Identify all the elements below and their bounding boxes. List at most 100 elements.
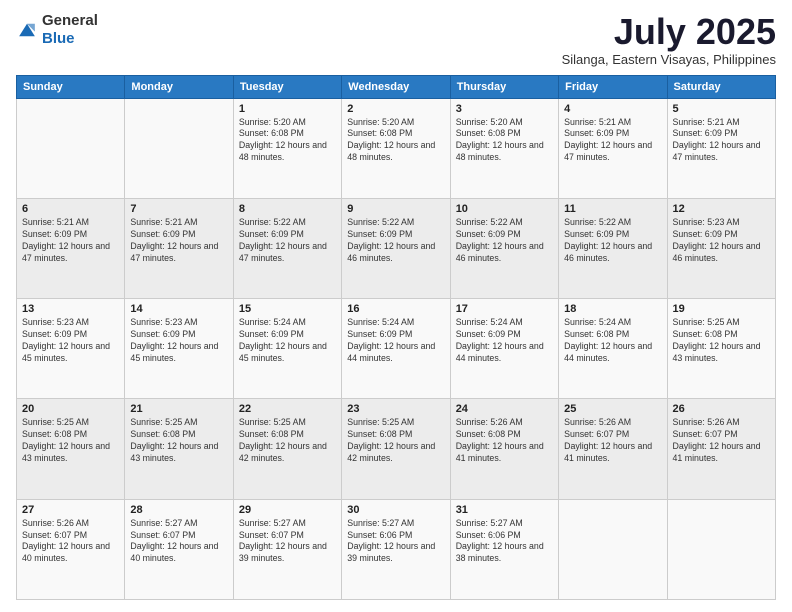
calendar-cell: 8 Sunrise: 5:22 AMSunset: 6:09 PMDayligh… [233,198,341,298]
calendar-cell: 14 Sunrise: 5:23 AMSunset: 6:09 PMDaylig… [125,299,233,399]
day-detail: Sunrise: 5:22 AMSunset: 6:09 PMDaylight:… [564,217,652,263]
calendar-cell: 4 Sunrise: 5:21 AMSunset: 6:09 PMDayligh… [559,98,667,198]
calendar-cell: 12 Sunrise: 5:23 AMSunset: 6:09 PMDaylig… [667,198,775,298]
day-number: 15 [239,303,336,315]
day-detail: Sunrise: 5:26 AMSunset: 6:07 PMDaylight:… [673,417,761,463]
day-detail: Sunrise: 5:27 AMSunset: 6:06 PMDaylight:… [456,518,544,564]
day-number: 26 [673,403,770,415]
day-detail: Sunrise: 5:25 AMSunset: 6:08 PMDaylight:… [673,317,761,363]
day-detail: Sunrise: 5:20 AMSunset: 6:08 PMDaylight:… [456,117,544,163]
calendar-cell: 5 Sunrise: 5:21 AMSunset: 6:09 PMDayligh… [667,98,775,198]
calendar-week-row: 20 Sunrise: 5:25 AMSunset: 6:08 PMDaylig… [17,399,776,499]
calendar-cell: 29 Sunrise: 5:27 AMSunset: 6:07 PMDaylig… [233,499,341,599]
calendar-cell: 27 Sunrise: 5:26 AMSunset: 6:07 PMDaylig… [17,499,125,599]
day-detail: Sunrise: 5:26 AMSunset: 6:08 PMDaylight:… [456,417,544,463]
day-detail: Sunrise: 5:25 AMSunset: 6:08 PMDaylight:… [130,417,218,463]
calendar-cell [559,499,667,599]
calendar-cell: 19 Sunrise: 5:25 AMSunset: 6:08 PMDaylig… [667,299,775,399]
day-detail: Sunrise: 5:23 AMSunset: 6:09 PMDaylight:… [673,217,761,263]
day-detail: Sunrise: 5:25 AMSunset: 6:08 PMDaylight:… [239,417,327,463]
calendar-cell: 9 Sunrise: 5:22 AMSunset: 6:09 PMDayligh… [342,198,450,298]
calendar-day-header: Friday [559,75,667,98]
day-detail: Sunrise: 5:24 AMSunset: 6:08 PMDaylight:… [564,317,652,363]
day-number: 28 [130,504,227,516]
calendar-cell: 17 Sunrise: 5:24 AMSunset: 6:09 PMDaylig… [450,299,558,399]
day-detail: Sunrise: 5:27 AMSunset: 6:06 PMDaylight:… [347,518,435,564]
logo-icon [16,19,38,41]
day-detail: Sunrise: 5:21 AMSunset: 6:09 PMDaylight:… [22,217,110,263]
day-detail: Sunrise: 5:25 AMSunset: 6:08 PMDaylight:… [22,417,110,463]
calendar-cell: 18 Sunrise: 5:24 AMSunset: 6:08 PMDaylig… [559,299,667,399]
day-number: 8 [239,203,336,215]
day-detail: Sunrise: 5:26 AMSunset: 6:07 PMDaylight:… [564,417,652,463]
calendar-table: SundayMondayTuesdayWednesdayThursdayFrid… [16,75,776,600]
calendar-cell: 28 Sunrise: 5:27 AMSunset: 6:07 PMDaylig… [125,499,233,599]
title-block: July 2025 Silanga, Eastern Visayas, Phil… [562,12,776,67]
calendar-week-row: 13 Sunrise: 5:23 AMSunset: 6:09 PMDaylig… [17,299,776,399]
day-number: 13 [22,303,119,315]
day-detail: Sunrise: 5:24 AMSunset: 6:09 PMDaylight:… [239,317,327,363]
day-number: 18 [564,303,661,315]
calendar-day-header: Monday [125,75,233,98]
day-number: 29 [239,504,336,516]
day-number: 4 [564,103,661,115]
day-number: 24 [456,403,553,415]
calendar-cell: 2 Sunrise: 5:20 AMSunset: 6:08 PMDayligh… [342,98,450,198]
day-detail: Sunrise: 5:22 AMSunset: 6:09 PMDaylight:… [456,217,544,263]
calendar-cell: 23 Sunrise: 5:25 AMSunset: 6:08 PMDaylig… [342,399,450,499]
calendar-cell: 10 Sunrise: 5:22 AMSunset: 6:09 PMDaylig… [450,198,558,298]
day-number: 7 [130,203,227,215]
calendar-cell: 7 Sunrise: 5:21 AMSunset: 6:09 PMDayligh… [125,198,233,298]
calendar-cell: 3 Sunrise: 5:20 AMSunset: 6:08 PMDayligh… [450,98,558,198]
calendar-cell [667,499,775,599]
calendar-week-row: 6 Sunrise: 5:21 AMSunset: 6:09 PMDayligh… [17,198,776,298]
day-detail: Sunrise: 5:22 AMSunset: 6:09 PMDaylight:… [347,217,435,263]
day-number: 2 [347,103,444,115]
subtitle: Silanga, Eastern Visayas, Philippines [562,52,776,67]
day-number: 10 [456,203,553,215]
main-title: July 2025 [562,12,776,52]
day-detail: Sunrise: 5:23 AMSunset: 6:09 PMDaylight:… [22,317,110,363]
day-detail: Sunrise: 5:20 AMSunset: 6:08 PMDaylight:… [239,117,327,163]
day-detail: Sunrise: 5:24 AMSunset: 6:09 PMDaylight:… [347,317,435,363]
calendar-week-row: 27 Sunrise: 5:26 AMSunset: 6:07 PMDaylig… [17,499,776,599]
day-detail: Sunrise: 5:24 AMSunset: 6:09 PMDaylight:… [456,317,544,363]
day-detail: Sunrise: 5:27 AMSunset: 6:07 PMDaylight:… [130,518,218,564]
day-detail: Sunrise: 5:25 AMSunset: 6:08 PMDaylight:… [347,417,435,463]
calendar-cell [17,98,125,198]
day-number: 21 [130,403,227,415]
day-number: 19 [673,303,770,315]
calendar-day-header: Thursday [450,75,558,98]
calendar-cell: 25 Sunrise: 5:26 AMSunset: 6:07 PMDaylig… [559,399,667,499]
day-number: 20 [22,403,119,415]
calendar-week-row: 1 Sunrise: 5:20 AMSunset: 6:08 PMDayligh… [17,98,776,198]
day-detail: Sunrise: 5:20 AMSunset: 6:08 PMDaylight:… [347,117,435,163]
page: General Blue July 2025 Silanga, Eastern … [0,0,792,612]
calendar-cell: 15 Sunrise: 5:24 AMSunset: 6:09 PMDaylig… [233,299,341,399]
day-detail: Sunrise: 5:27 AMSunset: 6:07 PMDaylight:… [239,518,327,564]
day-detail: Sunrise: 5:22 AMSunset: 6:09 PMDaylight:… [239,217,327,263]
day-number: 6 [22,203,119,215]
day-number: 3 [456,103,553,115]
calendar-cell: 20 Sunrise: 5:25 AMSunset: 6:08 PMDaylig… [17,399,125,499]
day-number: 27 [22,504,119,516]
day-detail: Sunrise: 5:23 AMSunset: 6:09 PMDaylight:… [130,317,218,363]
calendar-cell: 30 Sunrise: 5:27 AMSunset: 6:06 PMDaylig… [342,499,450,599]
header: General Blue July 2025 Silanga, Eastern … [16,12,776,67]
day-number: 23 [347,403,444,415]
calendar-cell: 21 Sunrise: 5:25 AMSunset: 6:08 PMDaylig… [125,399,233,499]
calendar-day-header: Wednesday [342,75,450,98]
calendar-day-header: Saturday [667,75,775,98]
logo: General Blue [16,12,98,48]
day-detail: Sunrise: 5:21 AMSunset: 6:09 PMDaylight:… [673,117,761,163]
calendar-day-header: Tuesday [233,75,341,98]
day-number: 31 [456,504,553,516]
calendar-cell: 22 Sunrise: 5:25 AMSunset: 6:08 PMDaylig… [233,399,341,499]
day-number: 9 [347,203,444,215]
day-number: 1 [239,103,336,115]
day-detail: Sunrise: 5:21 AMSunset: 6:09 PMDaylight:… [130,217,218,263]
day-number: 16 [347,303,444,315]
calendar-cell: 31 Sunrise: 5:27 AMSunset: 6:06 PMDaylig… [450,499,558,599]
calendar-cell [125,98,233,198]
logo-general: General Blue [42,12,98,48]
